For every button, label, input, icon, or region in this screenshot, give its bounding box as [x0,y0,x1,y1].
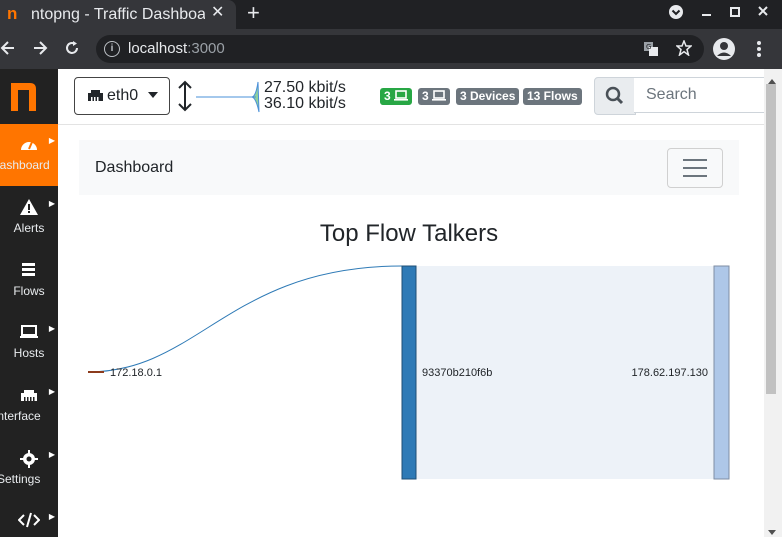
sidebar-item-interface[interactable]: ▶ Interface [0,375,58,437]
url-host: localhost [128,40,188,57]
minimize-icon[interactable] [701,4,713,23]
forward-icon[interactable] [32,39,48,61]
chevron-right-icon: ▶ [48,136,55,145]
reload-icon[interactable] [64,39,80,61]
hosts-badge[interactable]: 3 [418,88,451,105]
browser-menu-icon[interactable] [756,40,762,63]
sidebar-item-label: Hosts [13,346,45,360]
sankey-link[interactable] [87,265,403,373]
laptop-icon [394,90,409,101]
scroll-down-icon[interactable] [767,523,777,541]
interface-label: eth0 [107,87,139,104]
profile-menu-icon[interactable] [668,4,684,23]
account-avatar-icon[interactable] [713,38,735,65]
sankey-node[interactable] [713,265,730,480]
chevron-right-icon: ▶ [48,450,55,459]
tab-close-icon[interactable]: ✕ [211,4,224,22]
sidebar-item-label: Alerts [13,221,45,235]
bookmark-star-icon[interactable] [675,38,693,61]
search-icon [605,86,624,105]
sidebar-item-settings[interactable]: ▶ Settings [0,438,58,500]
ethernet-icon [87,88,104,107]
sidebar-item-label: Settings [0,472,41,486]
scrollbar-thumb[interactable] [766,84,776,394]
sankey-node-label: 93370b210f6b [422,367,492,379]
url-text[interactable]: localhost:3000 [128,40,225,58]
sankey-node-label: 172.18.0.1 [110,367,162,379]
active-hosts-badge[interactable]: 3 [380,88,413,105]
sidebar-item-label: Interface [0,409,41,423]
maximize-icon[interactable] [729,4,741,23]
sidebar-item-alerts[interactable]: ▶ Alerts [0,187,58,249]
chevron-right-icon: ▶ [48,199,55,208]
search-input[interactable] [634,77,766,113]
stream-icon [0,262,58,281]
svg-text:G: G [646,43,651,51]
site-info-icon[interactable]: i [104,41,120,57]
search-button[interactable] [594,77,636,115]
chevron-right-icon: ▶ [48,324,55,333]
chevron-down-icon [148,92,158,98]
sidebar-item-dashboard[interactable]: ▶ Dashboard [0,124,58,186]
hamburger-icon [683,159,707,177]
sankey-node[interactable] [88,371,104,373]
flows-badge[interactable]: 13 Flows [523,88,582,105]
tab-title: ntopng - Traffic Dashboard [31,6,205,23]
sidebar-item-label: Dashboard [0,158,50,172]
sidebar-item-label: Flows [13,284,45,298]
ntopng-logo[interactable] [0,69,58,124]
sidebar-item-flows[interactable]: Flows [0,250,58,312]
chevron-right-icon: ▶ [48,512,55,521]
traffic-direction-icon [177,80,193,117]
devices-badge[interactable]: 3 Devices [456,88,520,105]
translate-icon[interactable]: G [643,41,659,62]
traffic-download-rate: 36.10 kbit/s [264,95,346,112]
traffic-upload-rate: 27.50 kbit/s [264,79,346,96]
sidebar-item-hosts[interactable]: ▶ Hosts [0,312,58,374]
menu-toggle-button[interactable] [667,148,723,188]
url-port: :3000 [187,40,225,57]
badge-count: 3 [384,89,391,103]
back-icon[interactable] [0,39,16,61]
sankey-node[interactable] [401,265,417,480]
laptop-icon [432,90,447,101]
top-flow-talkers-sankey: 172.18.0.1 93370b210f6b 178.62.197.130 [79,255,739,495]
badge-count: 3 [422,89,429,103]
sidebar-item-developer[interactable]: ▶ [0,500,58,537]
chevron-right-icon: ▶ [48,387,55,396]
chart-title: Top Flow Talkers [319,220,499,247]
breadcrumb[interactable]: Dashboard [95,159,173,177]
close-window-icon[interactable] [757,4,769,23]
tab-favicon: n [7,4,18,23]
traffic-sparkline [196,80,262,119]
breadcrumb-bar [79,140,739,195]
sankey-node-label: 178.62.197.130 [632,367,708,379]
new-tab-button[interactable]: + [247,2,260,24]
